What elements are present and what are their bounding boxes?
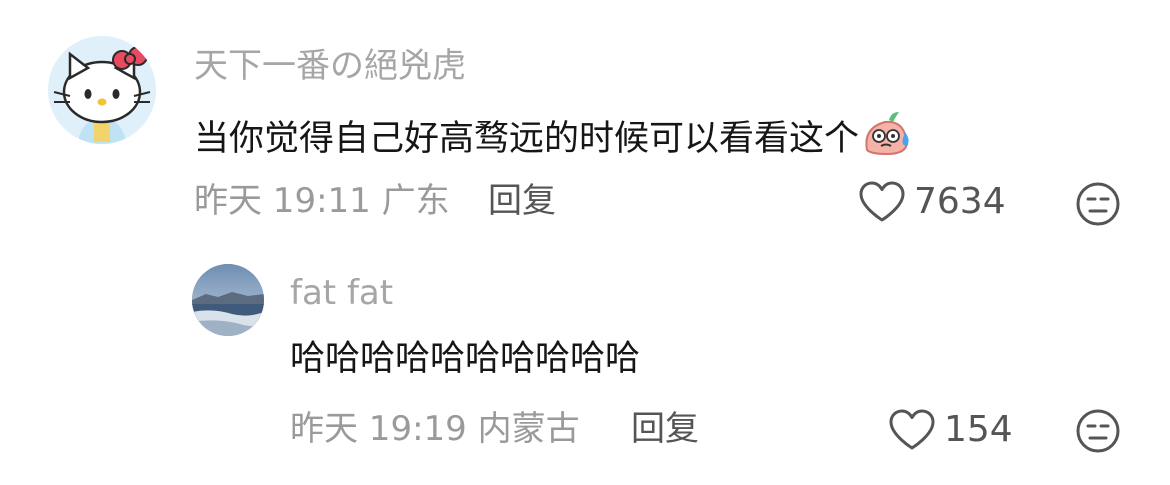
- comment-location: 内蒙古: [477, 409, 580, 449]
- comment-time: 昨天 19:11: [194, 181, 371, 221]
- avatar[interactable]: [48, 36, 156, 144]
- comment-time: 昨天 19:19: [290, 409, 467, 449]
- comment-text: 当你觉得自己好高骛远的时候可以看看这个: [194, 110, 913, 160]
- reply-button[interactable]: 回复: [631, 409, 699, 449]
- reply-button[interactable]: 回复: [488, 181, 556, 221]
- comment-meta: 昨天 19:19 内蒙古: [290, 409, 580, 449]
- comment-location: 广东: [381, 181, 450, 221]
- meh-face-icon[interactable]: [1075, 181, 1121, 227]
- heart-icon[interactable]: [858, 181, 906, 223]
- hello-kitty-avatar-image: [48, 36, 156, 144]
- comment-text-body: 当你觉得自己好高骛远的时候可以看看这个: [194, 119, 860, 159]
- like-count: 7634: [914, 181, 1006, 222]
- heart-icon[interactable]: [888, 409, 936, 451]
- meh-face-icon[interactable]: [1075, 408, 1121, 454]
- mountain-landscape-avatar-image: [192, 264, 264, 336]
- comment-meta: 昨天 19:11 广东: [194, 181, 450, 221]
- comment-text: 哈哈哈哈哈哈哈哈哈哈: [290, 339, 641, 379]
- comment-username[interactable]: fat fat: [290, 273, 393, 313]
- comment-username[interactable]: 天下一番の絕兇虎: [194, 46, 466, 86]
- sweat-face-emoji-icon: [861, 110, 913, 156]
- like-count: 154: [944, 409, 1013, 450]
- avatar[interactable]: [192, 264, 264, 336]
